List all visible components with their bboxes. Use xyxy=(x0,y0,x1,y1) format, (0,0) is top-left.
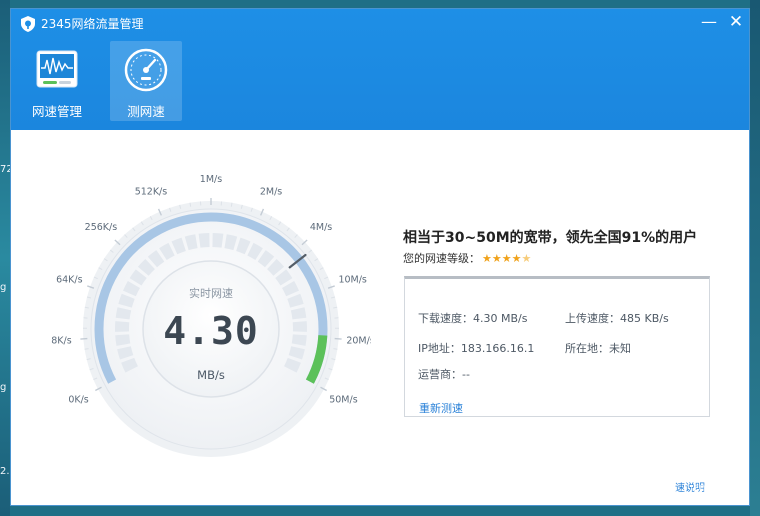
gauge-segment xyxy=(275,269,293,286)
gauge-segment xyxy=(115,307,132,320)
close-icon: ✕ xyxy=(728,12,744,32)
result-headline: 相当于30~50M的宽带，领先全国91%的用户 xyxy=(403,230,698,246)
gauge-segment xyxy=(171,237,186,255)
rating-stars-icon: ★★★★★ xyxy=(482,252,532,265)
gauge-caption: 实时网速 xyxy=(189,286,233,300)
gauge-tick xyxy=(334,337,342,340)
gauge-segment xyxy=(137,258,155,276)
location: 所在地：未知 xyxy=(565,342,631,355)
gauge-tick xyxy=(333,348,338,350)
speed-gauge: 实时网速 4.30 MB/s 0K/s 8K/s 64K/s 256K/s 512K/s… xyxy=(51,174,371,457)
app-window: 2345网络流量管理 — ✕ 网速管理 测网速 实时网速 4.30 MB/s 0… xyxy=(10,8,750,506)
gauge-segment xyxy=(288,346,305,360)
gauge-tick xyxy=(230,202,233,207)
gauge-scale-label: 4M/s xyxy=(310,222,332,233)
watermark-text: 智能帮 xyxy=(686,461,740,481)
gauge-scale-label: 64K/s xyxy=(56,275,83,286)
gauge-scale-label: 2M/s xyxy=(260,187,282,198)
tab-label: 网速管理 xyxy=(31,104,82,119)
desktop-background-right xyxy=(750,0,760,516)
gauge-scale-label: 1M/s xyxy=(200,174,222,185)
desktop-background-left xyxy=(0,0,10,516)
gauge-segment xyxy=(118,293,135,308)
watermark-url: iznb.cn xyxy=(690,481,730,494)
gauge-segment xyxy=(115,334,131,346)
ip-address: IP地址：183.166.16.1 xyxy=(418,342,535,355)
gauge-segment xyxy=(224,234,238,251)
gauge-segment xyxy=(198,233,210,248)
gauge-segment xyxy=(184,234,198,251)
gauge-segment xyxy=(123,281,141,297)
gauge-segment xyxy=(291,334,307,346)
gauge-segment xyxy=(236,237,251,255)
gauge-scale-label: 50M/s xyxy=(329,394,357,405)
gauge-segment xyxy=(247,242,263,261)
gauge-segment xyxy=(147,250,165,268)
app-logo-icon xyxy=(21,16,35,32)
download-speed: 下载速度：4.30 MB/s xyxy=(418,312,528,325)
gauge-segment xyxy=(287,293,304,308)
gauge-segment xyxy=(129,269,147,286)
gauge-tick xyxy=(80,337,88,340)
tab-speed-test[interactable]: 测网速 xyxy=(110,41,182,121)
result-details-card: 下载速度：4.30 MB/s 上传速度：485 KB/s IP地址：183.16… xyxy=(404,276,710,417)
minimize-icon: — xyxy=(701,12,717,31)
gauge-segment xyxy=(121,357,138,373)
gauge-tick xyxy=(84,348,89,350)
desktop-text-fragment: 2. xyxy=(0,466,10,477)
gauge-segment xyxy=(257,250,275,268)
close-button[interactable]: ✕ xyxy=(724,11,748,33)
gauge-segment xyxy=(281,281,299,297)
gauge-segment xyxy=(290,307,307,320)
network-monitor-icon xyxy=(36,50,78,88)
rating-label: 您的网速等级： xyxy=(403,252,480,265)
gauge-scale-label: 0K/s xyxy=(68,394,88,405)
window-title: 2345网络流量管理 xyxy=(41,17,144,31)
gauge-scale-label: 256K/s xyxy=(85,222,118,233)
tab-speed-management[interactable]: 网速管理 xyxy=(21,41,93,121)
gauge-scale-label: 512K/s xyxy=(135,187,168,198)
title-bar: 2345网络流量管理 — ✕ 网速管理 测网速 xyxy=(11,9,749,130)
gauge-value: 4.30 xyxy=(163,309,259,353)
gauge-unit: MB/s xyxy=(197,368,225,382)
gauge-tick xyxy=(189,202,192,207)
tab-label: 测网速 xyxy=(127,104,165,119)
gauge-segment xyxy=(267,258,285,276)
isp: 运营商：-- xyxy=(418,368,470,381)
upload-speed: 上传速度：485 KB/s xyxy=(565,312,669,325)
speed-rating: 您的网速等级： ★★★★★ xyxy=(403,250,531,266)
retest-link[interactable]: 重新测速 xyxy=(419,400,463,416)
watermark-logo-icon xyxy=(645,458,678,496)
gauge-scale-label: 10M/s xyxy=(338,275,366,286)
gauge-scale-label: 20M/s xyxy=(346,336,371,347)
gauge-tick xyxy=(333,306,338,309)
desktop-text-fragment: g xyxy=(0,382,7,393)
minimize-button[interactable]: — xyxy=(697,11,721,33)
gauge-segment xyxy=(284,357,301,373)
gauge-segment xyxy=(117,346,134,360)
gauge-segment xyxy=(212,233,224,248)
desktop-text-fragment: g xyxy=(0,282,7,293)
gauge-scale-label: 8K/s xyxy=(51,336,71,347)
gauge-tick xyxy=(84,306,89,309)
speedometer-icon xyxy=(124,48,168,92)
gauge-segment xyxy=(159,242,175,261)
